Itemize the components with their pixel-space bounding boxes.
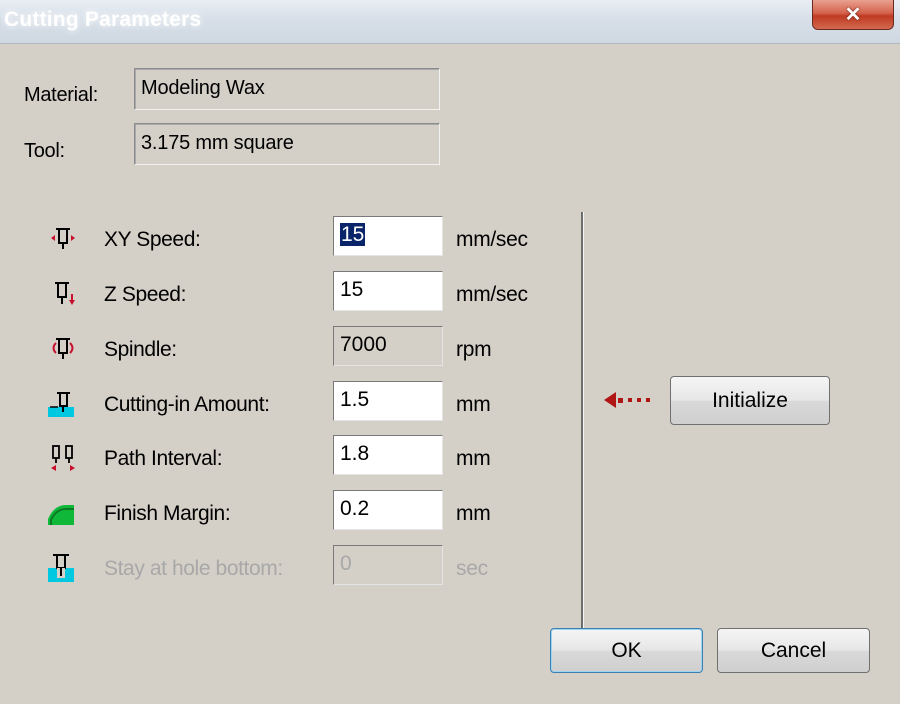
hole-bottom-unit: sec: [456, 557, 488, 580]
cutting-in-label: Cutting-in Amount:: [104, 393, 270, 416]
xy-speed-unit: mm/sec: [456, 228, 528, 251]
z-speed-label: Z Speed:: [104, 283, 187, 306]
hole-bottom-input: 0: [333, 545, 443, 585]
path-interval-unit: mm: [456, 447, 491, 470]
finish-margin-icon: [48, 505, 74, 525]
tool-field: 3.175 mm square: [134, 123, 440, 165]
spindle-unit: rpm: [456, 338, 492, 361]
path-interval-label: Path Interval:: [104, 447, 223, 470]
cutting-in-input[interactable]: 1.5: [333, 381, 443, 421]
tool-value: 3.175 mm square: [141, 132, 294, 154]
z-speed-input[interactable]: 15: [333, 271, 443, 311]
vertical-separator: [581, 212, 584, 635]
window-title: Cutting Parameters: [4, 8, 202, 31]
hole-bottom-value: 0: [340, 552, 352, 575]
path-interval-input[interactable]: 1.8: [333, 435, 443, 475]
finish-margin-value: 0.2: [340, 497, 370, 520]
z-speed-value: 15: [340, 278, 364, 301]
finish-margin-unit: mm: [456, 502, 491, 525]
close-icon: ✕: [844, 4, 862, 26]
xy-speed-label: XY Speed:: [104, 228, 201, 251]
xy-speed-value: 15: [340, 223, 366, 246]
xy-speed-icon: [51, 228, 75, 249]
spindle-label: Spindle:: [104, 338, 177, 361]
tool-label: Tool:: [24, 140, 65, 162]
spindle-icon: [52, 338, 74, 359]
material-value: Modeling Wax: [141, 77, 265, 99]
cutting-in-unit: mm: [456, 393, 491, 416]
cutting-in-value: 1.5: [340, 388, 370, 411]
spindle-input: 7000: [333, 326, 443, 366]
close-button[interactable]: ✕: [812, 0, 894, 30]
xy-speed-input[interactable]: 15: [333, 216, 443, 256]
material-field: Modeling Wax: [134, 68, 440, 110]
z-speed-icon: [55, 282, 75, 305]
title-bar: Cutting Parameters ✕: [0, 0, 900, 44]
ok-button[interactable]: OK: [550, 628, 703, 673]
material-label: Material:: [24, 84, 98, 106]
dotted-arrow-icon: [604, 392, 650, 408]
initialize-button[interactable]: Initialize: [670, 376, 830, 425]
hole-bottom-icon: [48, 554, 74, 582]
dialog-body: Material: Modeling Wax Tool: 3.175 mm sq…: [0, 44, 900, 704]
finish-margin-input[interactable]: 0.2: [333, 490, 443, 530]
z-speed-unit: mm/sec: [456, 283, 528, 306]
hole-bottom-label: Stay at hole bottom:: [104, 557, 283, 580]
cancel-button[interactable]: Cancel: [717, 628, 870, 673]
path-interval-icon: [51, 445, 75, 471]
spindle-value: 7000: [340, 333, 387, 356]
path-interval-value: 1.8: [340, 442, 370, 465]
cutting-in-icon: [48, 392, 74, 417]
finish-margin-label: Finish Margin:: [104, 502, 231, 525]
